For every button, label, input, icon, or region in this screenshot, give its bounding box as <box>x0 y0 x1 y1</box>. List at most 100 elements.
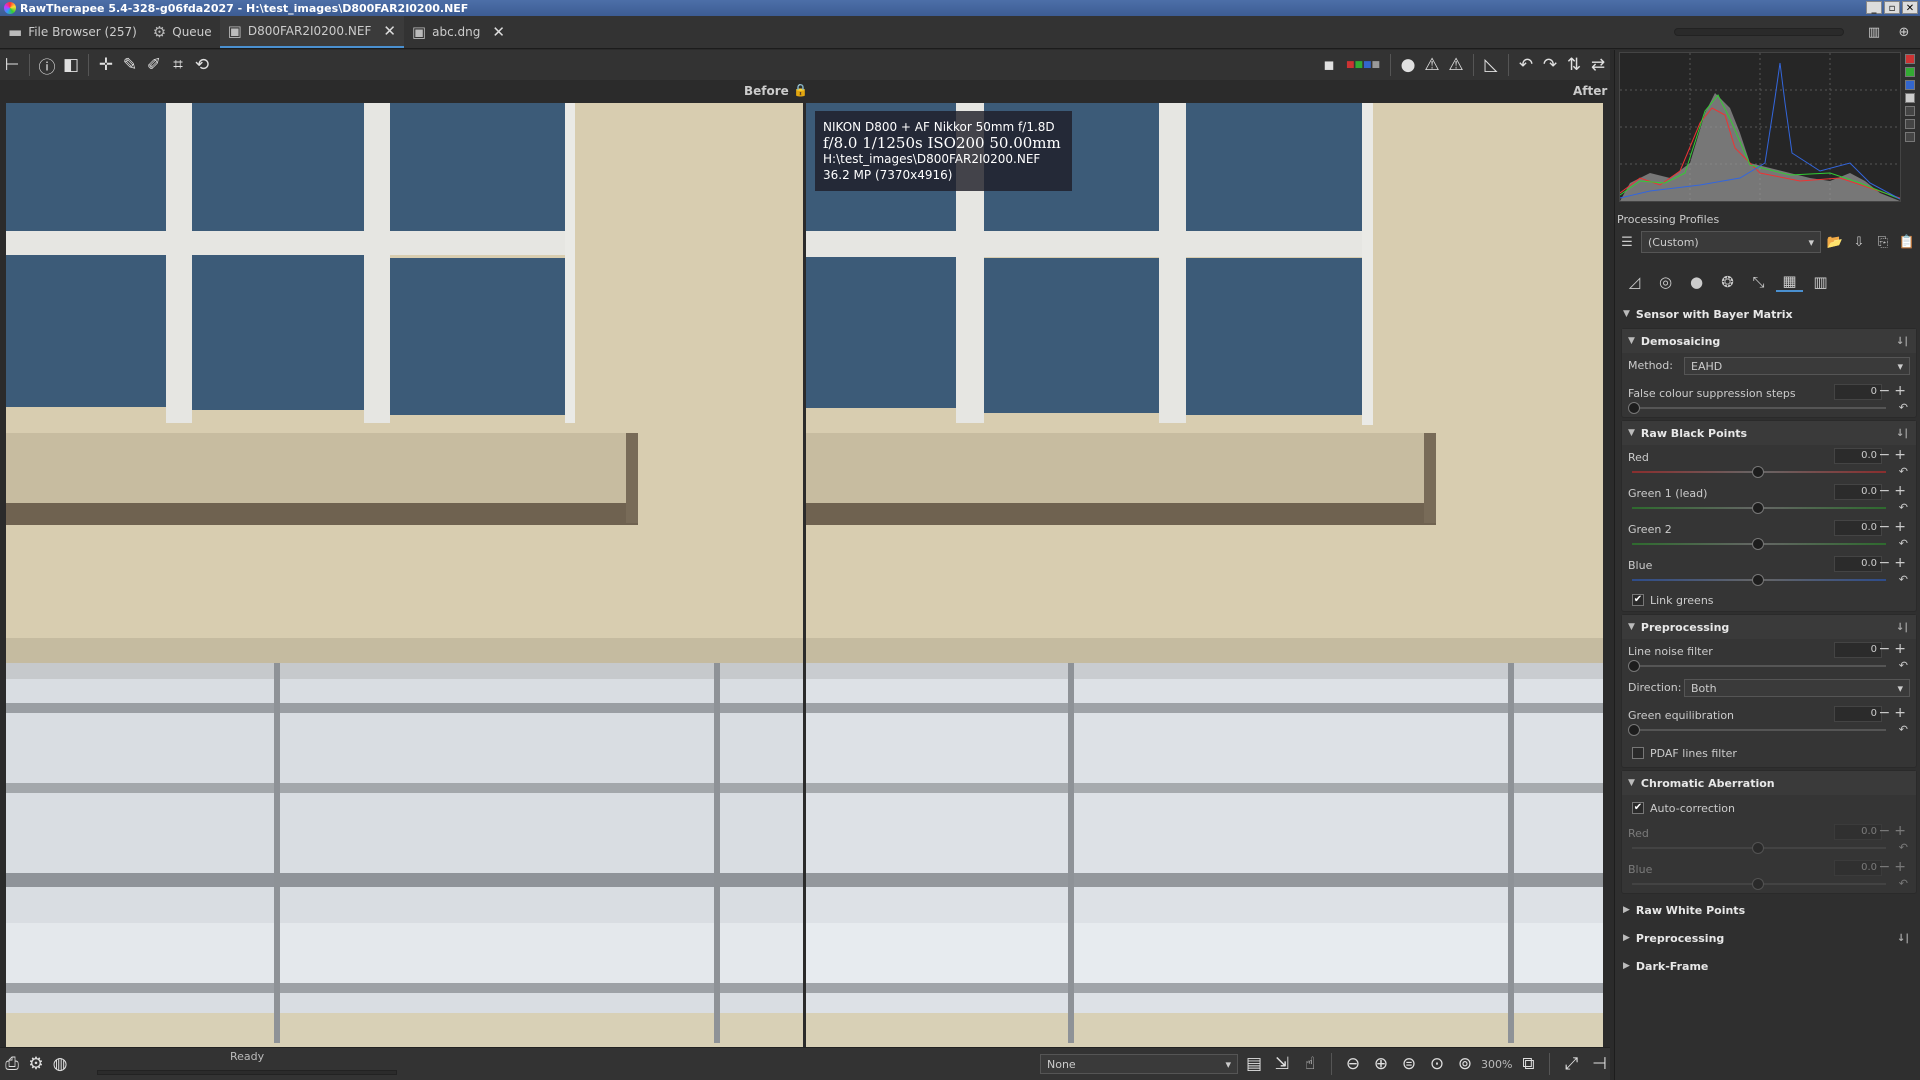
flip-horizontal-icon[interactable]: ⇄ <box>1586 53 1610 77</box>
minus-plus-icon[interactable]: −+ <box>1879 859 1910 875</box>
line-noise-slider[interactable]: Line noise filter 0 −+ ↶ <box>1622 639 1916 675</box>
channel-icons[interactable]: ■ ■ ■ ■ <box>1341 53 1385 77</box>
partial-paste-icon[interactable]: ↓| <box>1896 428 1908 439</box>
zoom-100-icon[interactable]: ⊙ <box>1425 1052 1449 1076</box>
minus-plus-icon[interactable]: −+ <box>1879 519 1910 535</box>
reset-icon[interactable]: ↶ <box>1899 501 1908 514</box>
color-picker-icon[interactable]: ✐ <box>142 53 166 77</box>
list-icon[interactable]: ☰ <box>1617 232 1637 252</box>
straighten-icon[interactable]: ⟲ <box>190 53 214 77</box>
save-profile-icon[interactable]: ⇩ <box>1849 232 1869 252</box>
maximize-button[interactable]: ▫ <box>1884 1 1900 14</box>
fit-screen-icon[interactable]: ⤢ <box>1559 1052 1583 1076</box>
close-window-button[interactable]: ✕ <box>1902 1 1918 14</box>
blue-channel-icon[interactable] <box>1905 80 1915 90</box>
layout-icon[interactable]: ▥ <box>1864 22 1884 42</box>
fullscreen-icon[interactable]: ⊕ <box>1894 22 1914 42</box>
detail-window-icon[interactable]: ⧉ <box>1516 1052 1540 1076</box>
navigator-icon[interactable]: ⇲ <box>1270 1052 1294 1076</box>
preprocessing-collapsed-header[interactable]: ▶ Preprocessing ↓| <box>1617 924 1917 952</box>
luminance-icon[interactable] <box>1905 93 1915 103</box>
reset-icon[interactable]: ↶ <box>1899 573 1908 586</box>
reset-icon[interactable]: ↶ <box>1899 659 1908 672</box>
queue-add-icon[interactable]: ⚙ <box>24 1052 48 1076</box>
checkbox-checked-icon[interactable]: ✔ <box>1632 802 1644 814</box>
slider-value[interactable]: 0 <box>1834 642 1882 658</box>
slider-knob[interactable] <box>1628 402 1640 414</box>
focus-mask-icon[interactable]: ● <box>1396 53 1420 77</box>
save-image-icon[interactable]: ⎙ <box>0 1052 24 1076</box>
clip-warning-icon[interactable]: ⚠ <box>1420 53 1444 77</box>
slider-value[interactable]: 0.0 <box>1834 824 1882 840</box>
crop-icon[interactable]: ⌗ <box>166 53 190 77</box>
slider-knob[interactable] <box>1752 878 1764 890</box>
green-channel-icon[interactable] <box>1905 67 1915 77</box>
minus-plus-icon[interactable]: −+ <box>1879 641 1910 657</box>
profile-select[interactable]: (Custom) ▾ <box>1641 231 1821 253</box>
link-greens-checkbox[interactable]: ✔ Link greens <box>1622 589 1916 611</box>
slider-value[interactable]: 0.0 <box>1834 556 1882 572</box>
dark-frame-header[interactable]: ▶ Dark-Frame <box>1617 952 1917 980</box>
partial-paste-icon[interactable]: ↓| <box>1897 933 1909 944</box>
minus-plus-icon[interactable]: −+ <box>1879 705 1910 721</box>
method-select[interactable]: EAHD ▾ <box>1684 357 1910 375</box>
black-blue-slider[interactable]: Blue 0.0 −+ ↶ <box>1622 553 1916 589</box>
checkbox-checked-icon[interactable]: ✔ <box>1632 594 1644 606</box>
sensor-section-header[interactable]: ▼ Sensor with Bayer Matrix <box>1617 300 1917 328</box>
hand-icon[interactable]: ☝ <box>1298 1052 1322 1076</box>
slider-value[interactable]: 0.0 <box>1834 860 1882 876</box>
filmstrip-icon[interactable]: ▤ <box>1242 1052 1266 1076</box>
slider-value[interactable]: 0.0 <box>1834 448 1882 464</box>
rotate-left-icon[interactable]: ↶ <box>1514 53 1538 77</box>
preprocessing-header[interactable]: ▼ Preprocessing ↓| <box>1622 615 1916 639</box>
lock-icon[interactable]: 🔒 <box>793 83 808 97</box>
hide-panel-icon[interactable]: ⊣ <box>1587 1052 1611 1076</box>
slider-knob[interactable] <box>1752 538 1764 550</box>
slider-value[interactable]: 0 <box>1834 384 1882 400</box>
before-after-icon[interactable]: ◧ <box>59 53 83 77</box>
slider-knob[interactable] <box>1752 574 1764 586</box>
wavelet-tab-icon[interactable]: ❂ <box>1714 272 1741 292</box>
raw-white-points-header[interactable]: ▶ Raw White Points <box>1617 896 1917 924</box>
slider-knob[interactable] <box>1752 502 1764 514</box>
ca-blue-slider[interactable]: Blue 0.0 −+ ↶ <box>1622 857 1916 893</box>
hide-history-icon[interactable]: ⊢ <box>0 53 24 77</box>
detail-tab-icon[interactable]: ◎ <box>1652 272 1679 292</box>
reset-icon[interactable]: ↶ <box>1899 401 1908 414</box>
slider-knob[interactable] <box>1752 466 1764 478</box>
minus-plus-icon[interactable]: −+ <box>1879 823 1910 839</box>
slider-knob[interactable] <box>1752 842 1764 854</box>
chromatic-aberration-header[interactable]: ▼ Chromatic Aberration <box>1622 771 1916 795</box>
reset-icon[interactable]: ↶ <box>1899 877 1908 890</box>
paste-icon[interactable]: 📋 <box>1897 232 1917 252</box>
auto-correction-checkbox[interactable]: ✔ Auto-correction <box>1622 795 1916 821</box>
black-green2-slider[interactable]: Green 2 0.0 −+ ↶ <box>1622 517 1916 553</box>
demosaicing-header[interactable]: ▼ Demosaicing ↓| <box>1622 329 1916 353</box>
before-preview[interactable] <box>6 103 803 1047</box>
partial-paste-icon[interactable]: ↓| <box>1896 336 1908 347</box>
raw-icon[interactable] <box>1905 119 1915 129</box>
copy-icon[interactable]: ⎘ <box>1873 232 1893 252</box>
raw-tab-icon[interactable]: ▦ <box>1776 272 1803 292</box>
chroma-icon[interactable] <box>1905 106 1915 116</box>
tab-editor-abc[interactable]: ▣ abc.dng ✕ <box>404 16 513 48</box>
minus-plus-icon[interactable]: −+ <box>1879 483 1910 499</box>
perspective-icon[interactable]: ◺ <box>1479 53 1503 77</box>
tab-file-browser[interactable]: ▬ File Browser (257) <box>0 16 145 48</box>
transform-tab-icon[interactable]: ⤡ <box>1745 272 1772 292</box>
raw-black-points-header[interactable]: ▼ Raw Black Points ↓| <box>1622 421 1916 445</box>
zoom-custom-icon[interactable]: ⊚ <box>1453 1052 1477 1076</box>
zoom-out-icon[interactable]: ⊖ <box>1341 1052 1365 1076</box>
minus-plus-icon[interactable]: −+ <box>1879 555 1910 571</box>
direction-select[interactable]: Both ▾ <box>1684 679 1910 697</box>
slider-value[interactable]: 0.0 <box>1834 520 1882 536</box>
reset-icon[interactable]: ↶ <box>1899 537 1908 550</box>
color-tab-icon[interactable]: ● <box>1683 272 1710 292</box>
flip-vertical-icon[interactable]: ⇅ <box>1562 53 1586 77</box>
black-red-slider[interactable]: Red 0.0 −+ ↶ <box>1622 445 1916 481</box>
close-tab-icon[interactable]: ✕ <box>383 22 396 40</box>
preview-mode-icon[interactable]: ▪ <box>1317 53 1341 77</box>
ca-red-slider[interactable]: Red 0.0 −+ ↶ <box>1622 821 1916 857</box>
hand-tool-icon[interactable]: ✛ <box>94 53 118 77</box>
bar-icon[interactable] <box>1905 132 1915 142</box>
